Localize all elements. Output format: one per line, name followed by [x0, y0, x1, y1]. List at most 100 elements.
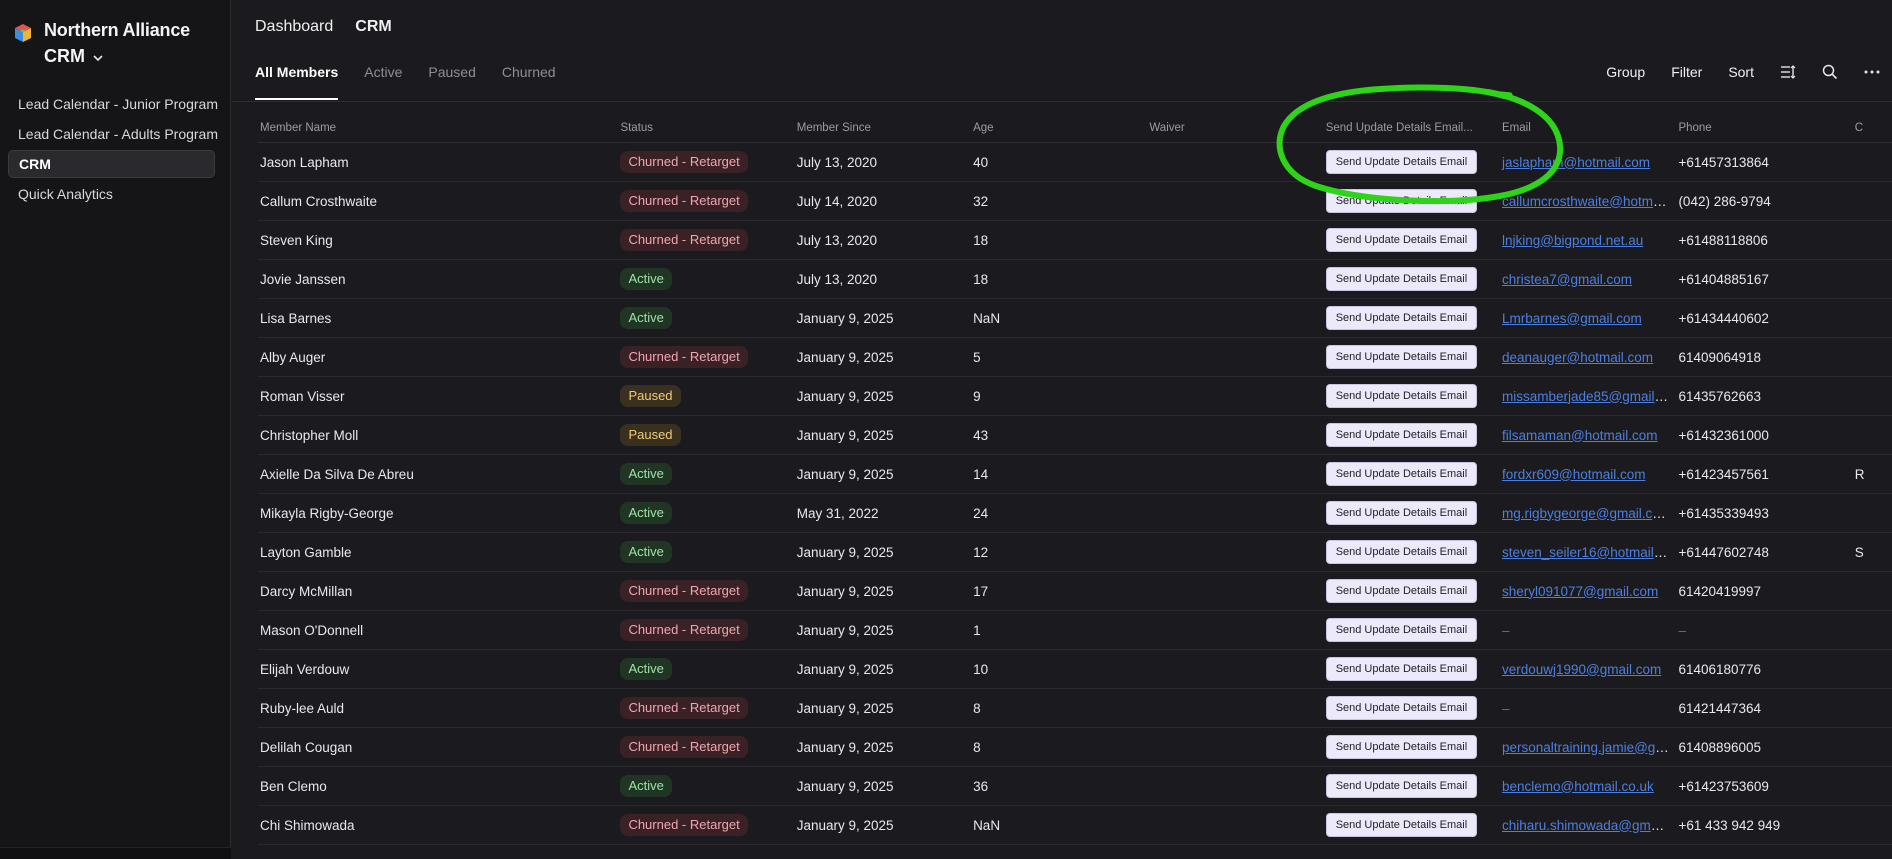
email-link[interactable]: mg.rigbygeorge@gmail.com — [1502, 506, 1671, 521]
member-since-cell: January 9, 2025 — [796, 583, 894, 599]
status-cell: Churned - Retarget — [618, 814, 794, 836]
table-row[interactable]: Mikayla Rigby-George Active May 31, 2022 24… — [258, 494, 1892, 533]
sidebar-item-quick-analytics[interactable]: Quick Analytics — [8, 180, 215, 208]
breadcrumb-dashboard[interactable]: Dashboard — [255, 18, 333, 36]
column-header[interactable]: Status — [618, 122, 794, 134]
column-header[interactable]: Waiver — [1147, 122, 1323, 134]
table-row[interactable]: Chi Shimowada Churned - Retarget January 9… — [258, 806, 1892, 845]
member-since-cell: January 9, 2025 — [796, 622, 894, 638]
email-link[interactable]: callumcrosthwaite@hotmail.com — [1502, 194, 1676, 209]
table-row[interactable]: Layton Gamble Active January 9, 2025 12 Send… — [258, 533, 1892, 572]
send-update-details-email-button[interactable]: Send Update Details Email — [1325, 306, 1478, 330]
send-email-cell: Send Update Details Email — [1324, 267, 1500, 291]
sidebar: Northern Alliance CRM Lead Calendar - Ju… — [0, 0, 231, 859]
workspace-switcher[interactable]: Northern Alliance CRM — [12, 18, 222, 70]
send-update-details-email-button[interactable]: Send Update Details Email — [1325, 462, 1478, 486]
member-name-cell: Jovie Janssen — [260, 271, 346, 287]
table-row[interactable]: Callum Crosthwaite Churned - Retarget July… — [258, 182, 1892, 221]
send-update-details-email-button[interactable]: Send Update Details Email — [1325, 501, 1478, 525]
member-since-cell: January 9, 2025 — [796, 388, 894, 404]
send-update-details-email-button[interactable]: Send Update Details Email — [1325, 735, 1478, 759]
tab-paused[interactable]: Paused — [428, 60, 475, 100]
email-link[interactable]: personaltraining.jamie@gmail.com — [1502, 740, 1676, 755]
breadcrumb-current: CRM — [355, 18, 392, 35]
status-badge: Churned - Retarget — [620, 580, 748, 602]
table-row[interactable]: Ruby-lee Auld Churned - Retarget January 9… — [258, 689, 1892, 728]
sidebar-item-crm[interactable]: CRM — [8, 150, 215, 178]
member-since-cell: January 9, 2025 — [796, 739, 894, 755]
table-row[interactable]: Lisa Barnes Active January 9, 2025 NaN Send … — [258, 299, 1892, 338]
email-link[interactable]: steven_seiler16@hotmail.com — [1502, 545, 1676, 560]
extra-cell: S — [1854, 544, 1864, 560]
send-update-details-email-button[interactable]: Send Update Details Email — [1325, 228, 1478, 252]
column-header[interactable]: Member Since — [795, 122, 971, 134]
column-header[interactable]: Age — [971, 122, 1147, 134]
phone-cell: +61432361000 — [1678, 427, 1769, 443]
filter-button[interactable]: Filter — [1671, 64, 1702, 80]
column-header[interactable]: Send Update Details Email... — [1324, 122, 1500, 134]
tab-all-members[interactable]: All Members — [255, 60, 339, 100]
email-link[interactable]: fordxr609@hotmail.com — [1502, 467, 1646, 482]
email-link[interactable]: missamberjade85@gmail.com — [1502, 389, 1676, 404]
sidebar-item-lead-calendar-adults-program[interactable]: Lead Calendar - Adults Program — [8, 120, 218, 148]
phone-cell: +61447602748 — [1678, 544, 1769, 560]
group-button[interactable]: Group — [1606, 64, 1645, 80]
email-cell: sheryl091077@gmail.com — [1500, 584, 1676, 599]
column-header[interactable]: Member Name — [258, 122, 618, 134]
table-row[interactable]: Darcy McMillan Churned - Retarget January … — [258, 572, 1892, 611]
send-update-details-email-button[interactable]: Send Update Details Email — [1325, 618, 1478, 642]
table-row[interactable]: Roman Visser Paused January 9, 2025 9 Send U… — [258, 377, 1892, 416]
column-header[interactable]: Phone — [1676, 122, 1852, 134]
email-link[interactable]: jaslapham@hotmail.com — [1502, 155, 1650, 170]
email-link[interactable]: lnjking@bigpond.net.au — [1502, 233, 1643, 248]
table-row[interactable]: Mason O'Donnell Churned - Retarget January… — [258, 611, 1892, 650]
table-row[interactable]: Alby Auger Churned - Retarget January 9, 2… — [258, 338, 1892, 377]
member-since-cell: January 9, 2025 — [796, 466, 894, 482]
column-header[interactable]: C — [1853, 122, 1892, 134]
search-icon[interactable] — [1822, 64, 1838, 80]
send-update-details-email-button[interactable]: Send Update Details Email — [1325, 774, 1478, 798]
member-since-cell: January 9, 2025 — [796, 349, 894, 365]
send-update-details-email-button[interactable]: Send Update Details Email — [1325, 345, 1478, 369]
workspace-app[interactable]: CRM — [44, 46, 103, 67]
table-row[interactable]: Axielle Da Silva De Abreu Active January 9… — [258, 455, 1892, 494]
table-row[interactable]: Steven King Churned - Retarget July 13, 20… — [258, 221, 1892, 260]
sort-button[interactable]: Sort — [1728, 64, 1754, 80]
email-link[interactable]: deanauger@hotmail.com — [1502, 350, 1653, 365]
send-update-details-email-button[interactable]: Send Update Details Email — [1325, 267, 1478, 291]
member-name-cell: Christopher Moll — [260, 427, 359, 443]
send-update-details-email-button[interactable]: Send Update Details Email — [1325, 384, 1478, 408]
send-update-details-email-button[interactable]: Send Update Details Email — [1325, 150, 1478, 174]
tab-active[interactable]: Active — [364, 60, 402, 100]
send-update-details-email-button[interactable]: Send Update Details Email — [1325, 189, 1478, 213]
email-link[interactable]: filsamaman@hotmail.com — [1502, 428, 1658, 443]
status-cell: Active — [618, 268, 794, 290]
email-link[interactable]: sheryl091077@gmail.com — [1502, 584, 1658, 599]
send-update-details-email-button[interactable]: Send Update Details Email — [1325, 540, 1478, 564]
sidebar-item-lead-calendar-junior-program[interactable]: Lead Calendar - Junior Program — [8, 90, 218, 118]
email-link[interactable]: chiharu.shimowada@gmail.com — [1502, 818, 1676, 833]
member-name-cell: Jason Lapham — [260, 154, 349, 170]
more-icon[interactable] — [1864, 70, 1880, 74]
email-link[interactable]: Lmrbarnes@gmail.com — [1502, 311, 1642, 326]
age-cell: 40 — [973, 154, 989, 170]
column-header[interactable]: Email — [1500, 122, 1676, 134]
row-height-icon[interactable] — [1780, 65, 1796, 79]
table-row[interactable]: Delilah Cougan Churned - Retarget January … — [258, 728, 1892, 767]
email-link[interactable]: verdouwj1990@gmail.com — [1502, 662, 1661, 677]
send-update-details-email-button[interactable]: Send Update Details Email — [1325, 657, 1478, 681]
send-update-details-email-button[interactable]: Send Update Details Email — [1325, 579, 1478, 603]
table-row[interactable]: Jason Lapham Churned - Retarget July 13, 2… — [258, 143, 1892, 182]
send-update-details-email-button[interactable]: Send Update Details Email — [1325, 696, 1478, 720]
email-link[interactable]: benclemo@hotmail.co.uk — [1502, 779, 1654, 794]
table-row[interactable]: Elijah Verdouw Active January 9, 2025 10 Sen… — [258, 650, 1892, 689]
send-update-details-email-button[interactable]: Send Update Details Email — [1325, 813, 1478, 837]
status-badge: Churned - Retarget — [620, 190, 748, 212]
table-row[interactable]: Ben Clemo Active January 9, 2025 36 Send Upd… — [258, 767, 1892, 806]
email-link[interactable]: christea7@gmail.com — [1502, 272, 1632, 287]
tab-churned[interactable]: Churned — [502, 60, 556, 100]
send-update-details-email-button[interactable]: Send Update Details Email — [1325, 423, 1478, 447]
table-row[interactable]: Christopher Moll Paused January 9, 2025 43 S… — [258, 416, 1892, 455]
table-row[interactable]: Jovie Janssen Active July 13, 2020 18 Send U… — [258, 260, 1892, 299]
age-cell: NaN — [973, 817, 1001, 833]
